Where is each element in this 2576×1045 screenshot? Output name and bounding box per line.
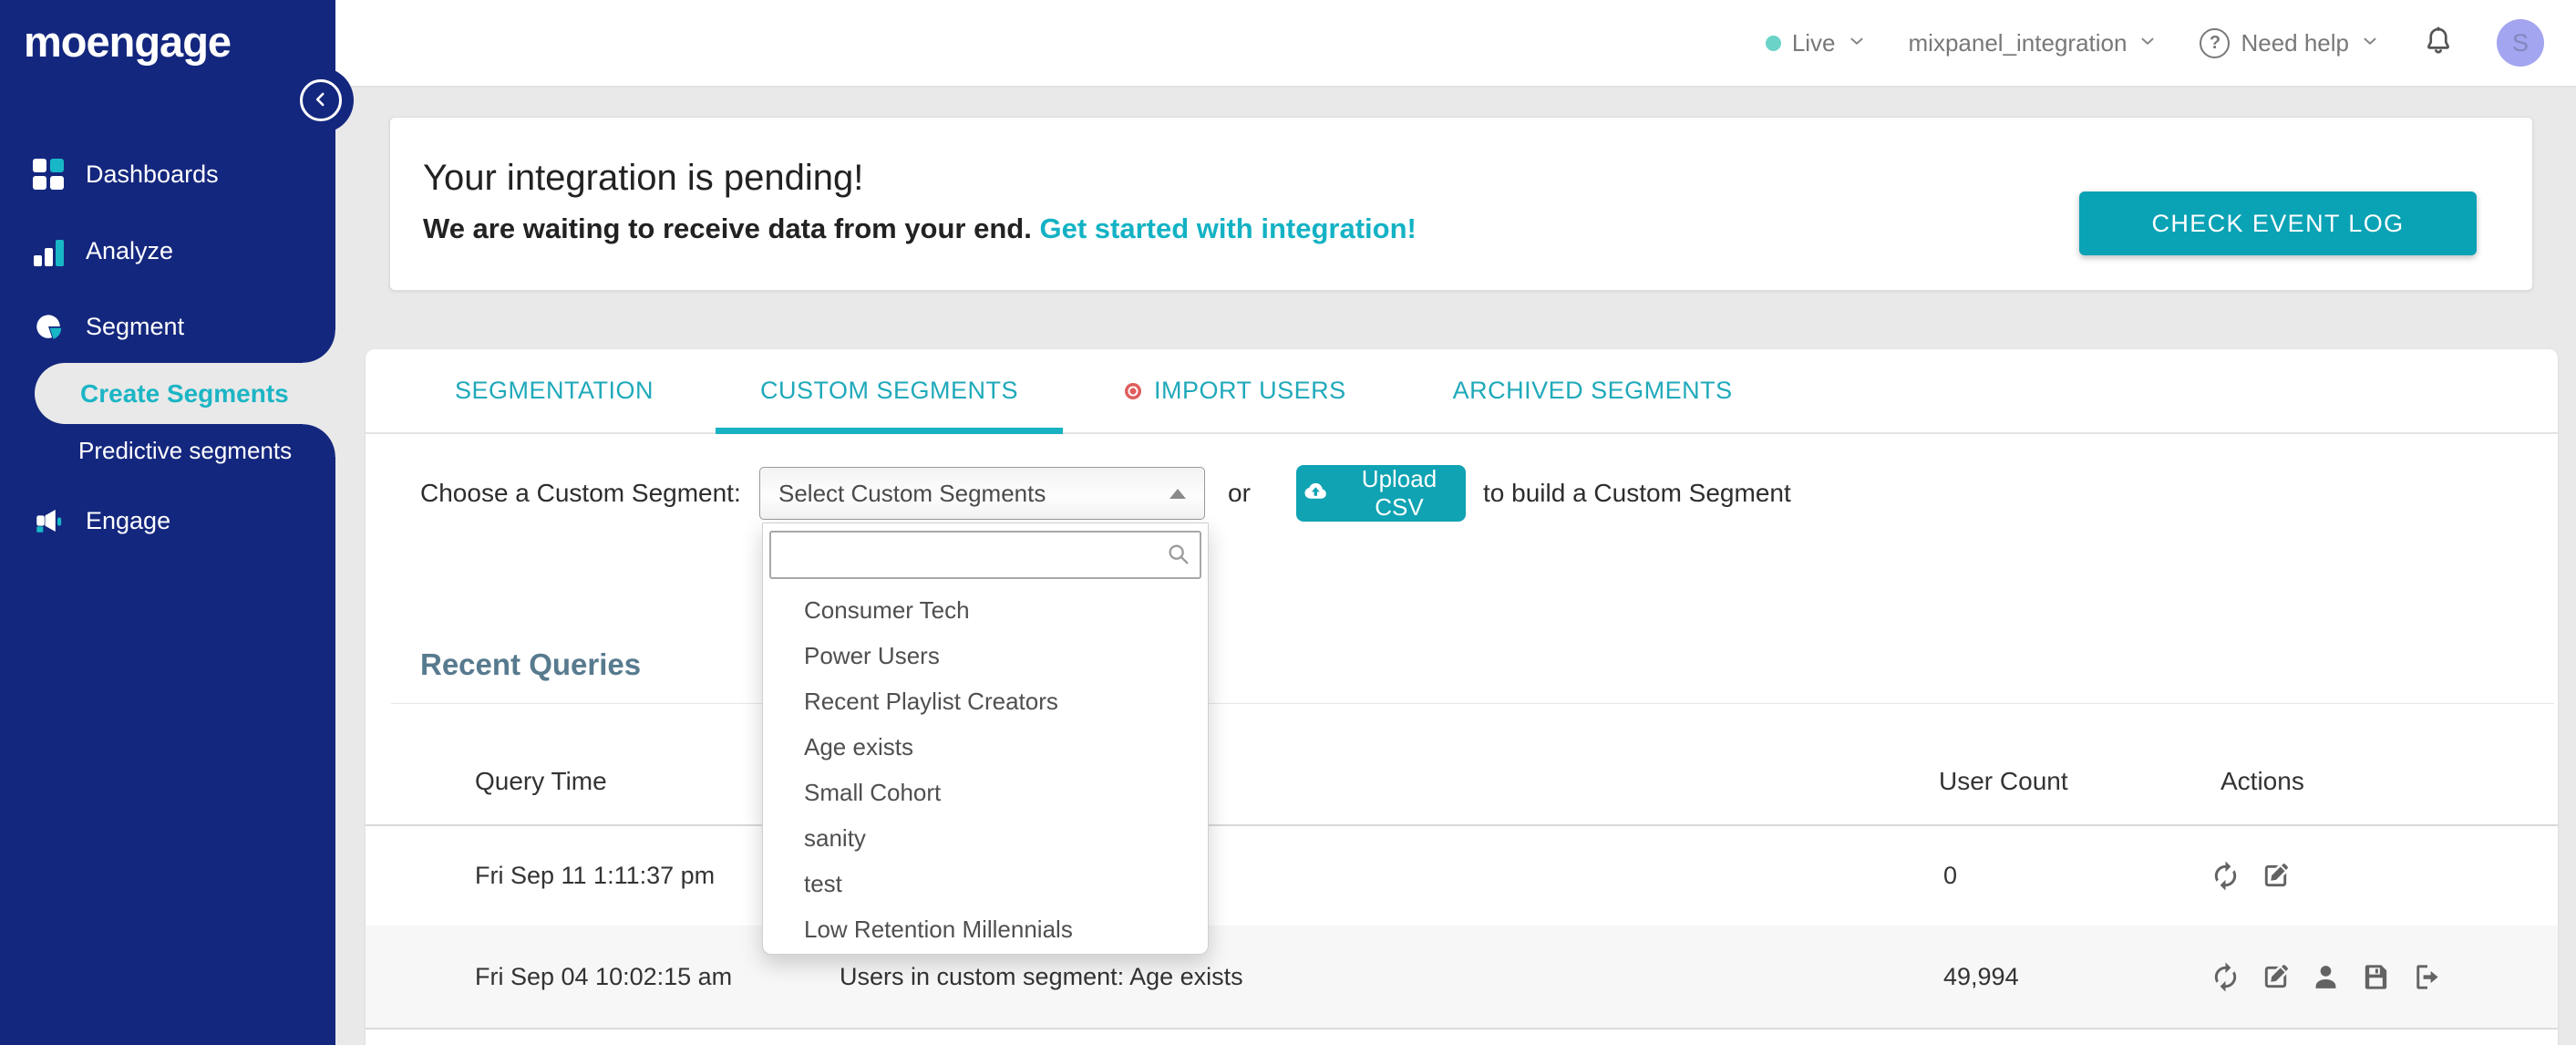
dropdown-option[interactable]: Low Retention Millennials bbox=[763, 906, 1208, 952]
chevron-down-icon bbox=[1847, 29, 1867, 57]
save-icon[interactable] bbox=[2360, 961, 2392, 993]
search-input[interactable] bbox=[769, 531, 1201, 579]
search-icon bbox=[1166, 542, 1191, 572]
workspace-name: mixpanel_integration bbox=[1908, 28, 2128, 57]
megaphone-icon bbox=[33, 505, 64, 536]
environment-label: Live bbox=[1791, 28, 1836, 57]
divider bbox=[391, 703, 2554, 704]
export-icon[interactable] bbox=[2410, 961, 2442, 993]
bell-icon bbox=[2422, 24, 2455, 63]
tab-archived-segments[interactable]: ARCHIVED SEGMENTS bbox=[1453, 349, 1733, 432]
workspace-selector[interactable]: mixpanel_integration bbox=[1909, 29, 2159, 57]
query-time-cell: Fri Sep 04 10:02:15 am bbox=[475, 962, 733, 990]
user-icon[interactable] bbox=[2310, 961, 2342, 993]
tab-label: CUSTOM SEGMENTS bbox=[760, 377, 1019, 404]
sidebar-item-analyze[interactable]: Analyze bbox=[33, 232, 173, 270]
top-bar-right-cluster: Live mixpanel_integration ? Need help S bbox=[1765, 0, 2544, 86]
sidebar-item-label: Segment bbox=[86, 312, 185, 340]
select-value: Select Custom Segments bbox=[778, 479, 1046, 507]
bar-chart-icon bbox=[33, 235, 64, 266]
row-actions bbox=[2210, 926, 2442, 1028]
sidebar-item-label: Dashboards bbox=[86, 160, 219, 188]
banner-title: Your integration is pending! bbox=[423, 158, 864, 198]
user-avatar[interactable]: S bbox=[2497, 19, 2544, 67]
notifications-button[interactable] bbox=[2422, 24, 2455, 63]
app-root: moengage Dashboards Analyze Segment Crea… bbox=[0, 0, 2576, 1045]
chevron-down-icon bbox=[2138, 29, 2158, 57]
moengage-logo[interactable]: moengage bbox=[24, 16, 232, 67]
record-dot-icon bbox=[1125, 382, 1142, 399]
upload-csv-label: Upload CSV bbox=[1361, 465, 1437, 521]
tab-segmentation[interactable]: SEGMENTATION bbox=[455, 349, 654, 432]
sidebar-item-engage[interactable]: Engage bbox=[33, 502, 170, 540]
build-custom-segment-text: to build a Custom Segment bbox=[1483, 479, 1791, 507]
sidebar-item-create-segments[interactable]: Create Segments bbox=[35, 330, 335, 457]
refresh-icon[interactable] bbox=[2210, 860, 2241, 892]
dropdown-options: Consumer Tech Power Users Recent Playlis… bbox=[763, 587, 1208, 952]
grid-icon bbox=[33, 159, 64, 190]
upload-csv-button[interactable]: Upload CSV bbox=[1296, 465, 1466, 522]
choose-custom-segment-label: Choose a Custom Segment: bbox=[420, 479, 741, 507]
environment-selector[interactable]: Live bbox=[1765, 28, 1867, 57]
table-row: Fri Sep 11 1:11:37 pm 0 bbox=[366, 826, 2558, 926]
sidebar-item-segment[interactable]: Segment bbox=[33, 307, 184, 346]
banner-message: We are waiting to receive data from your… bbox=[423, 212, 1417, 245]
custom-segment-select[interactable]: Select Custom Segments bbox=[759, 467, 1205, 520]
dropdown-option[interactable]: sanity bbox=[763, 815, 1208, 861]
tab-label: SEGMENTATION bbox=[455, 377, 654, 404]
refresh-icon[interactable] bbox=[2210, 961, 2241, 993]
column-header-user-count: User Count bbox=[1939, 767, 2068, 795]
row-actions bbox=[2210, 826, 2292, 926]
segment-tabs: SEGMENTATION CUSTOM SEGMENTS IMPORT USER… bbox=[366, 349, 2558, 434]
custom-segments-dropdown: Consumer Tech Power Users Recent Playlis… bbox=[762, 522, 1209, 955]
table-row: Fri Sep 04 10:02:15 am Users in custom s… bbox=[366, 926, 2558, 1028]
dropdown-option[interactable]: Age exists bbox=[763, 724, 1208, 770]
dropdown-option[interactable]: Small Cohort bbox=[763, 770, 1208, 815]
pie-chart-icon bbox=[33, 311, 64, 342]
question-circle-icon: ? bbox=[2200, 27, 2231, 58]
sidebar-item-predictive-segments[interactable]: Predictive segments bbox=[78, 432, 292, 469]
segments-card: SEGMENTATION CUSTOM SEGMENTS IMPORT USER… bbox=[366, 349, 2558, 1045]
get-started-link[interactable]: Get started with integration! bbox=[1039, 212, 1416, 244]
sidebar-item-label: Analyze bbox=[86, 236, 174, 264]
user-count-cell: 49,994 bbox=[1943, 962, 2019, 990]
tab-label: IMPORT USERS bbox=[1154, 377, 1346, 404]
user-count-cell: 0 bbox=[1943, 862, 1958, 889]
avatar-initial: S bbox=[2511, 28, 2529, 57]
sidebar: moengage Dashboards Analyze Segment Crea… bbox=[0, 0, 354, 1045]
chevron-down-icon bbox=[2360, 29, 2380, 57]
tab-custom-segments[interactable]: CUSTOM SEGMENTS bbox=[716, 349, 1064, 434]
help-label: Need help bbox=[2241, 28, 2349, 57]
banner-message-text: We are waiting to receive data from your… bbox=[423, 212, 1032, 244]
live-status-dot-icon bbox=[1765, 35, 1781, 51]
column-header-actions: Actions bbox=[2221, 767, 2304, 795]
sidebar-collapse-button[interactable] bbox=[300, 79, 342, 121]
sidebar-item-label: Engage bbox=[86, 506, 171, 534]
column-header-query-time: Query Time bbox=[475, 767, 607, 795]
tab-import-users[interactable]: IMPORT USERS bbox=[1125, 349, 1346, 432]
cloud-upload-icon bbox=[1302, 477, 1329, 511]
sidebar-item-dashboards[interactable]: Dashboards bbox=[33, 155, 219, 193]
dropdown-option[interactable]: Recent Playlist Creators bbox=[763, 678, 1208, 724]
tab-label: ARCHIVED SEGMENTS bbox=[1452, 377, 1733, 404]
dropdown-option[interactable]: Power Users bbox=[763, 633, 1208, 678]
edit-icon[interactable] bbox=[2260, 961, 2292, 993]
recent-queries-title: Recent Queries bbox=[420, 647, 642, 681]
help-menu[interactable]: ? Need help bbox=[2200, 27, 2380, 58]
query-time-cell: Fri Sep 11 1:11:37 pm bbox=[475, 862, 716, 889]
divider bbox=[366, 1028, 2558, 1029]
or-text: or bbox=[1228, 479, 1251, 507]
top-bar: Live mixpanel_integration ? Need help S bbox=[335, 0, 2576, 88]
triangle-up-icon bbox=[1170, 488, 1186, 499]
dropdown-option[interactable]: Consumer Tech bbox=[763, 587, 1208, 633]
sidebar-item-label: Create Segments bbox=[80, 379, 289, 408]
integration-pending-banner: Your integration is pending! We are wait… bbox=[389, 117, 2533, 291]
sidebar-item-label: Predictive segments bbox=[78, 436, 293, 464]
edit-icon[interactable] bbox=[2260, 860, 2292, 892]
chevron-left-icon bbox=[309, 88, 333, 114]
dropdown-option[interactable]: test bbox=[763, 861, 1208, 906]
check-event-log-button[interactable]: CHECK EVENT LOG bbox=[2079, 191, 2477, 255]
